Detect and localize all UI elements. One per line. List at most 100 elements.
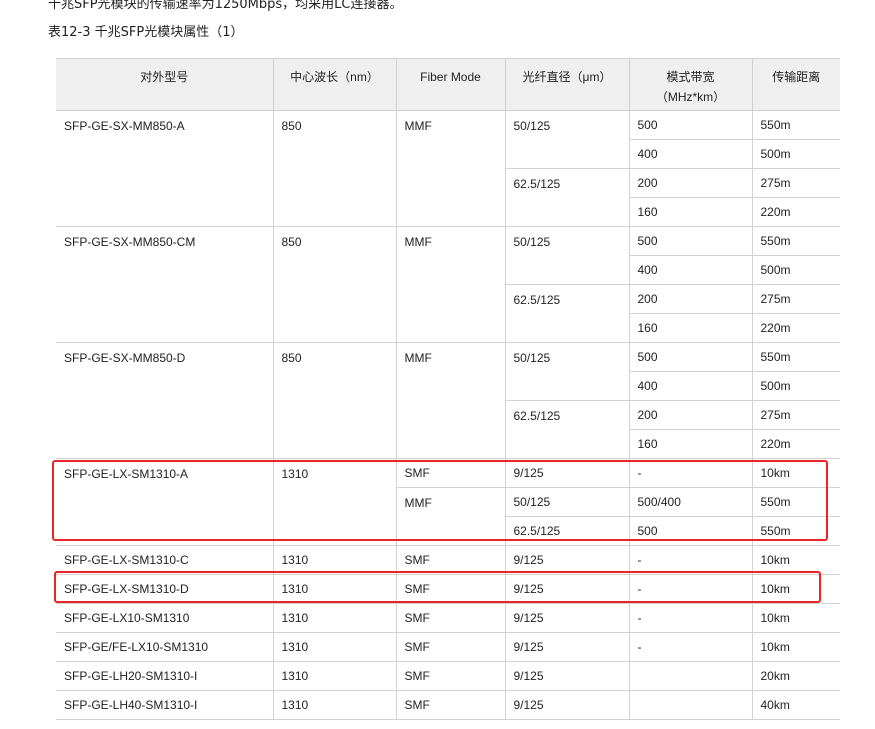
table-row: SFP-GE-SX-MM850-CM 850 MMF 50/125 500 55… [56,226,840,343]
cell-diameter: 62.5/125 [505,400,630,459]
table-caption: 表12-3 千兆SFP光模块属性（1） [48,25,244,40]
cell-distance: 275m [751,168,840,198]
cell-wavelength: 1310 [272,545,397,575]
cell-model: SFP-GE-LH20-SM1310-I [56,661,274,691]
cell-fiber-mode: SMF [395,690,506,720]
cell-bandwidth: 500 [628,516,753,546]
cell-distance: 500m [751,255,840,285]
header-model: 对外型号 [56,58,274,111]
cell-wavelength: 1310 [272,690,397,720]
sfp-spec-table: 对外型号 中心波长（nm） Fiber Mode 光纤直径（μm） 模式带宽（M… [56,58,840,720]
table-header-row: 对外型号 中心波长（nm） Fiber Mode 光纤直径（μm） 模式带宽（M… [56,58,840,111]
cell-diameter: 9/125 [504,690,630,720]
cell-bandwidth: - [628,458,753,488]
cell-bandwidth: 500 [628,110,753,140]
header-fiber-mode: Fiber Mode [395,58,506,111]
cell-diameter: 50/125 [504,487,630,517]
cell-distance: 500m [751,139,840,169]
cell-fiber-mode: SMF [395,458,506,488]
cell-distance: 275m [751,284,840,314]
cell-distance: 40km [751,690,840,720]
table-row: SFP-GE-SX-MM850-D 850 MMF 50/125 500 550… [56,342,840,459]
header-distance: 传输距离 [751,58,840,111]
cell-distance: 10km [751,574,840,604]
cell-fiber-mode: MMF [395,342,506,459]
cell-wavelength: 1310 [272,632,397,662]
cell-model: SFP-GE-SX-MM850-D [56,342,274,459]
cell-diameter: 9/125 [504,661,630,691]
table-row: SFP-GE-LX-SM1310-D 1310 SMF 9/125 - 10km [56,574,840,604]
cell-fiber-mode: SMF [395,661,506,691]
cell-distance: 550m [751,226,840,256]
cell-bandwidth: - [628,603,753,633]
cell-bandwidth: 200 [628,400,753,430]
table-row: SFP-GE-LX-SM1310-C 1310 SMF 9/125 - 10km [56,545,840,575]
cell-bandwidth: 400 [629,371,753,401]
table-row: SFP-GE-LX-SM1310-A 1310 SMF 9/125 - 10km [56,458,840,546]
cell-distance: 220m [751,429,840,459]
cell-distance: 220m [751,313,840,343]
cell-distance: 550m [751,516,840,546]
cell-fiber-mode: MMF [395,226,506,343]
cell-model: SFP-GE-SX-MM850-A [56,110,274,227]
cell-bandwidth: 500 [628,342,753,372]
cell-bandwidth: 400 [629,255,753,285]
cell-wavelength: 1310 [272,603,397,633]
cell-bandwidth: 200 [628,284,753,314]
cell-wavelength: 1310 [272,458,397,546]
cell-model: SFP-GE-LX-SM1310-C [56,545,274,575]
cell-distance: 220m [751,197,840,227]
cell-distance: 20km [751,661,840,691]
cell-bandwidth: - [628,632,753,662]
cell-distance: 275m [751,400,840,430]
cell-fiber-mode: SMF [395,603,506,633]
cell-distance: 10km [751,458,840,488]
cell-bandwidth: 200 [628,168,753,198]
cell-bandwidth: 500 [628,226,753,256]
cell-distance: 550m [751,487,840,517]
header-diameter: 光纤直径（μm） [504,58,630,111]
cell-distance: 500m [751,371,840,401]
cell-wavelength: 1310 [272,574,397,604]
cell-bandwidth: 400 [629,139,753,169]
cell-fiber-mode: SMF [395,632,506,662]
cell-wavelength: 850 [272,110,397,227]
header-bandwidth: 模式带宽（MHz*km） [628,58,753,111]
intro-text: 千兆SFP光模块的传输速率为1250Mbps，均采用LC连接器。 [48,0,403,12]
cell-model: SFP-GE-LX-SM1310-D [56,574,274,604]
cell-distance: 550m [751,342,840,372]
cell-diameter: 62.5/125 [505,168,630,227]
cell-bandwidth: 160 [629,313,753,343]
table-row: SFP-GE-SX-MM850-A 850 MMF 50/125 500 550… [56,110,840,227]
cell-distance: 10km [751,632,840,662]
cell-distance: 550m [751,110,840,140]
table-row: SFP-GE-LH40-SM1310-I 1310 SMF 9/125 40km [56,690,840,720]
cell-bandwidth: 500/400 [628,487,753,517]
table-row: SFP-GE-LX10-SM1310 1310 SMF 9/125 - 10km [56,603,840,633]
cell-diameter: 9/125 [504,545,630,575]
cell-bandwidth [628,661,753,691]
cell-fiber-mode: SMF [395,574,506,604]
cell-wavelength: 1310 [272,661,397,691]
cell-diameter: 50/125 [504,226,630,285]
cell-fiber-mode: SMF [395,545,506,575]
cell-wavelength: 850 [272,226,397,343]
cell-model: SFP-GE-SX-MM850-CM [56,226,274,343]
table-row: SFP-GE/FE-LX10-SM1310 1310 SMF 9/125 - 1… [56,632,840,662]
table-row: SFP-GE-LH20-SM1310-I 1310 SMF 9/125 20km [56,661,840,691]
cell-wavelength: 850 [272,342,397,459]
cell-diameter: 9/125 [504,632,630,662]
cell-model: SFP-GE-LH40-SM1310-I [56,690,274,720]
header-wavelength: 中心波长（nm） [272,58,397,111]
cell-diameter: 62.5/125 [505,284,630,343]
cell-model: SFP-GE/FE-LX10-SM1310 [56,632,274,662]
cell-bandwidth: 160 [629,197,753,227]
cell-bandwidth: 160 [629,429,753,459]
cell-model: SFP-GE-LX10-SM1310 [56,603,274,633]
cell-diameter: 9/125 [504,458,630,488]
cell-fiber-mode: MMF [396,487,506,546]
cell-diameter: 50/125 [504,342,630,401]
cell-model: SFP-GE-LX-SM1310-A [56,458,274,546]
cell-bandwidth: - [628,545,753,575]
cell-diameter: 9/125 [504,603,630,633]
